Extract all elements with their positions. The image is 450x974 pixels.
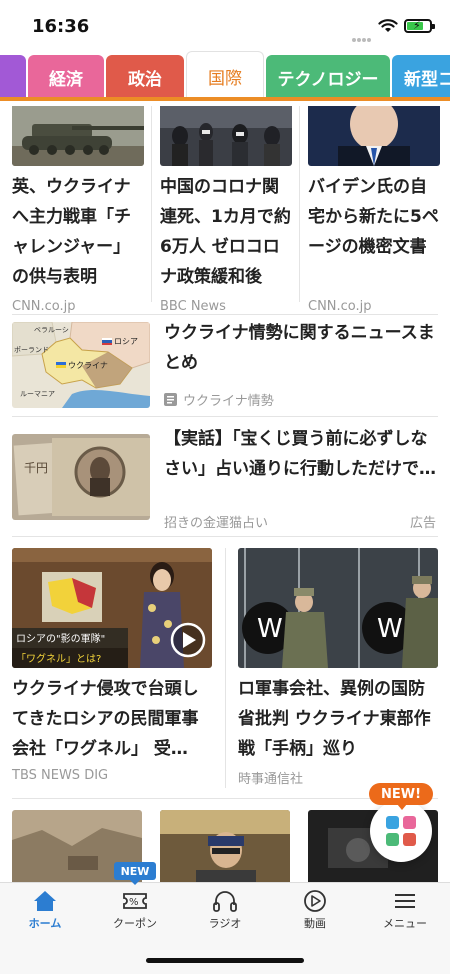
divider	[225, 548, 226, 788]
crowd-image	[160, 106, 292, 166]
app-tile-icon	[403, 816, 416, 829]
nav-label: ホーム	[28, 917, 62, 930]
nav-radio[interactable]: ラジオ	[180, 883, 270, 939]
svg-text:%: %	[129, 897, 139, 908]
headphones-icon	[213, 891, 237, 912]
nav-home[interactable]: ホーム	[0, 883, 90, 939]
wagner-building-image: W W	[238, 548, 438, 668]
tab-underline	[0, 97, 450, 101]
banknote-image[interactable]: 千円	[12, 434, 150, 520]
coupon-icon: %	[123, 893, 147, 909]
tab-entertainment[interactable]	[0, 55, 26, 99]
news-card[interactable]: 英、ウクライナへ主力戦車「チャレンジャー」の供与表明 CNN.co.jp	[12, 106, 144, 314]
home-icon	[34, 891, 56, 911]
fab-new-badge: NEW!	[369, 783, 433, 810]
map-label-ukraine: ウクライナ	[68, 361, 108, 370]
tab-international[interactable]: 国際	[186, 51, 264, 101]
tank-image	[12, 106, 144, 166]
category-tabs: 経済 政治 国際 テクノロジー 新型コ	[0, 51, 450, 101]
home-indicator[interactable]	[146, 958, 304, 963]
play-icon	[304, 890, 326, 912]
nav-video[interactable]: 動画	[270, 883, 360, 939]
feature-tag-label: ウクライナ情勢	[183, 394, 274, 409]
news-source: BBC News	[160, 299, 226, 314]
status-bar: 16:36 ⚡	[0, 0, 450, 48]
video-caption-line1: ロシアの"影の軍隊"	[16, 632, 105, 645]
menu-icon	[395, 894, 415, 908]
news-title: 英、ウクライナへ主力戦車「チャレンジャー」の供与表明	[12, 177, 131, 287]
news-title: 中国のコロナ関連死、1カ月で約6万人 ゼロコロナ政策緩和後	[160, 177, 291, 287]
nav-label: 動画	[304, 917, 326, 930]
divider	[151, 106, 152, 302]
news-source: CNN.co.jp	[12, 299, 76, 314]
news-title: ロ軍事会社、異例の国防省批判 ウクライナ東部作戦「手柄」巡り	[238, 679, 431, 759]
news-source: TBS NEWS DIG	[12, 768, 109, 783]
ad-source: 招きの金運猫占い	[164, 516, 269, 531]
biden-image	[308, 106, 440, 166]
app-tile-icon	[386, 833, 399, 846]
svg-text:W: W	[377, 614, 403, 644]
divider	[12, 314, 438, 315]
tab-economy[interactable]: 経済	[28, 55, 104, 99]
coupon-new-badge: NEW	[114, 862, 156, 885]
ad-title[interactable]: 【実話】「宝くじ買う前に必ずしなさい」占い通りに行動しただけで…	[164, 424, 440, 484]
map-label-poland: ポーランド	[14, 346, 49, 354]
ukraine-map-image[interactable]: ベラルーシ ロシア ポーランド ウクライナ ルーマニア	[12, 322, 150, 408]
map-label-romania: ルーマニア	[20, 390, 55, 398]
feature-tag[interactable]: ウクライナ情勢	[164, 390, 274, 409]
article-icon	[164, 393, 177, 406]
play-video-icon	[170, 622, 206, 658]
divider	[12, 536, 438, 537]
banknote-text: 千円	[24, 461, 48, 475]
tab-politics[interactable]: 政治	[106, 55, 184, 99]
divider	[299, 106, 300, 302]
tab-technology[interactable]: テクノロジー	[266, 55, 390, 99]
battery-icon: ⚡	[404, 19, 435, 33]
news-title: バイデン氏の自宅から新たに5ページの機密文書	[308, 177, 439, 257]
news-card[interactable]: バイデン氏の自宅から新たに5ページの機密文書 CNN.co.jp	[308, 106, 440, 314]
cellular-signal-icon	[352, 27, 372, 46]
news-card[interactable]: 中国のコロナ関連死、1カ月で約6万人 ゼロコロナ政策緩和後 BBC News	[160, 106, 292, 314]
news-image[interactable]	[160, 810, 290, 882]
wagner-video-image: ロシアの"影の軍隊" 「ワグネル」とは?	[12, 548, 212, 668]
wifi-icon	[378, 19, 398, 32]
app-tile-icon	[403, 833, 416, 846]
feature-title[interactable]: ウクライナ情勢に関するニュースまとめ	[164, 318, 440, 378]
video-caption-line2: 「ワグネル」とは?	[16, 652, 101, 665]
map-label-russia: ロシア	[114, 337, 138, 346]
news-source: CNN.co.jp	[308, 299, 372, 314]
nav-coupon[interactable]: % クーポン	[90, 883, 180, 939]
nav-label: クーポン	[113, 917, 157, 930]
ad-label: 広告	[410, 516, 437, 531]
nav-label: メニュー	[383, 917, 427, 930]
news-title: ウクライナ侵攻で台頭してきたロシアの民間軍事会社「ワグネル」 受…	[12, 679, 199, 759]
nav-menu[interactable]: メニュー	[360, 883, 450, 939]
app-tile-icon	[386, 816, 399, 829]
status-time: 16:36	[32, 16, 90, 37]
nav-label: ラジオ	[208, 917, 242, 930]
svg-text:W: W	[257, 614, 283, 644]
divider	[12, 416, 438, 417]
news-card[interactable]: ロシアの"影の軍隊" 「ワグネル」とは? ウクライナ侵攻で台頭してきたロシアの民…	[12, 548, 212, 783]
news-card[interactable]: W W ロ軍事会社、異例の国防省批判 ウクライナ東部作戦「手柄」巡り 時事通信社	[238, 548, 438, 787]
map-label-belarus: ベラルーシ	[34, 326, 69, 334]
tab-covid[interactable]: 新型コ	[392, 55, 450, 99]
